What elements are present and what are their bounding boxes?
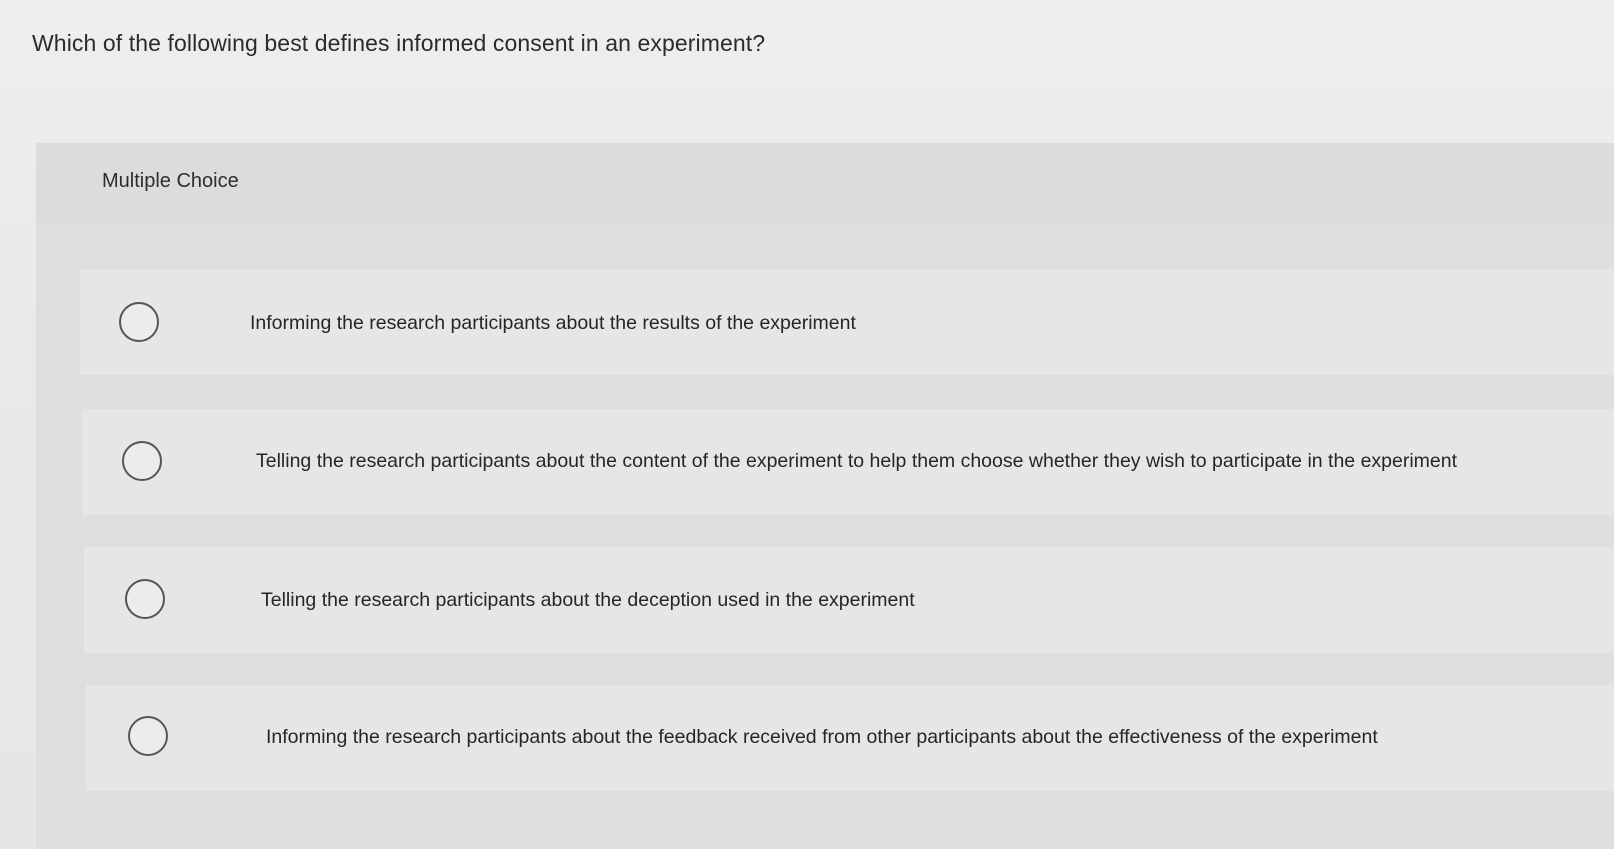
- answer-option-c[interactable]: Telling the research participants about …: [84, 547, 1614, 653]
- question-text: Which of the following best defines info…: [32, 30, 766, 56]
- radio-unselected-icon[interactable]: [122, 441, 162, 481]
- radio-unselected-icon[interactable]: [128, 716, 168, 756]
- radio-unselected-icon[interactable]: [119, 302, 159, 342]
- answer-option-label[interactable]: Informing the research participants abou…: [250, 312, 856, 335]
- answer-option-label[interactable]: Telling the research participants about …: [261, 589, 915, 612]
- answer-option-label[interactable]: Informing the research participants abou…: [266, 726, 1378, 749]
- answer-option-a[interactable]: Informing the research participants abou…: [80, 269, 1614, 375]
- radio-unselected-icon[interactable]: [125, 579, 165, 619]
- answer-options: Informing the research participants abou…: [36, 143, 1614, 849]
- answer-option-b[interactable]: Telling the research participants about …: [82, 409, 1614, 515]
- multiple-choice-panel: Multiple Choice Informing the research p…: [36, 143, 1614, 849]
- answer-option-label[interactable]: Telling the research participants about …: [256, 450, 1457, 473]
- answer-option-d[interactable]: Informing the research participants abou…: [86, 685, 1614, 791]
